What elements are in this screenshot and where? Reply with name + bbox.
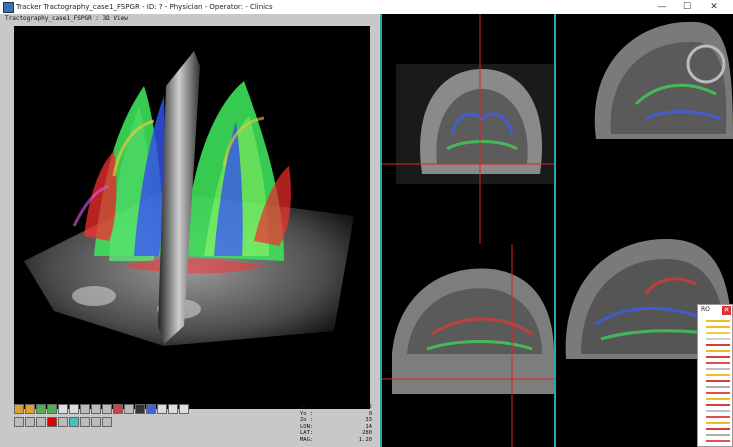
legend-title: RO xyxy=(701,306,710,313)
window-title: Tracker Tractography_case1_FSPGR - ID: ?… xyxy=(16,3,273,11)
left-panel: Tractography_case1_FSPGR : 3D View Xo: … xyxy=(0,14,380,447)
sagittal-view-bottom[interactable] xyxy=(382,244,554,447)
save-icon[interactable] xyxy=(25,404,35,414)
app-icon xyxy=(3,2,14,13)
close-icon[interactable]: ✕ xyxy=(722,306,731,315)
arrow-left-icon[interactable] xyxy=(157,404,167,414)
rotate-back-icon[interactable] xyxy=(47,404,57,414)
zoom-in-icon[interactable] xyxy=(58,404,68,414)
coord-row: MAG: 1.20 xyxy=(300,436,372,443)
print-icon[interactable] xyxy=(91,417,101,427)
legend-color-bars xyxy=(706,320,730,442)
capture-icon[interactable] xyxy=(179,404,189,414)
eye-left xyxy=(72,286,116,306)
help-icon[interactable] xyxy=(102,417,112,427)
layout-icon[interactable] xyxy=(25,417,35,427)
title-bar: Tracker Tractography_case1_FSPGR - ID: ?… xyxy=(0,0,733,15)
arrow-right-icon[interactable] xyxy=(168,404,178,414)
coordinate-readout: Xo : -2 Yo :9 Zo :33 LON: 14 LAT: 280 MAG: 1… xyxy=(300,404,372,443)
zoom-out-icon[interactable] xyxy=(69,404,79,414)
color-icon[interactable] xyxy=(146,404,156,414)
grid-icon[interactable] xyxy=(14,417,24,427)
toolbar xyxy=(14,404,194,444)
maximize-button[interactable]: ☐ xyxy=(677,0,697,14)
roi-legend[interactable]: RO ✕ xyxy=(697,304,733,447)
stop-icon[interactable] xyxy=(113,404,123,414)
record-icon[interactable] xyxy=(47,417,57,427)
minimize-button[interactable]: — xyxy=(652,0,672,14)
view-3d[interactable] xyxy=(14,26,370,409)
head-icon[interactable] xyxy=(91,404,101,414)
measure-icon[interactable] xyxy=(102,404,112,414)
reset-icon[interactable] xyxy=(124,404,134,414)
fiber-icon[interactable] xyxy=(69,417,79,427)
film-icon[interactable] xyxy=(58,417,68,427)
close-button[interactable]: ✕ xyxy=(704,0,724,14)
rotate-icon[interactable] xyxy=(36,404,46,414)
slices-icon[interactable] xyxy=(36,417,46,427)
sagittal-view-top[interactable] xyxy=(556,14,733,144)
pan-icon[interactable] xyxy=(80,404,90,414)
settings-icon[interactable] xyxy=(80,417,90,427)
open-icon[interactable] xyxy=(14,404,24,414)
view-3d-label: Tractography_case1_FSPGR : 3D View xyxy=(5,15,128,22)
coronal-view[interactable] xyxy=(382,14,554,244)
tractography-render xyxy=(24,51,354,346)
contrast-icon[interactable] xyxy=(135,404,145,414)
